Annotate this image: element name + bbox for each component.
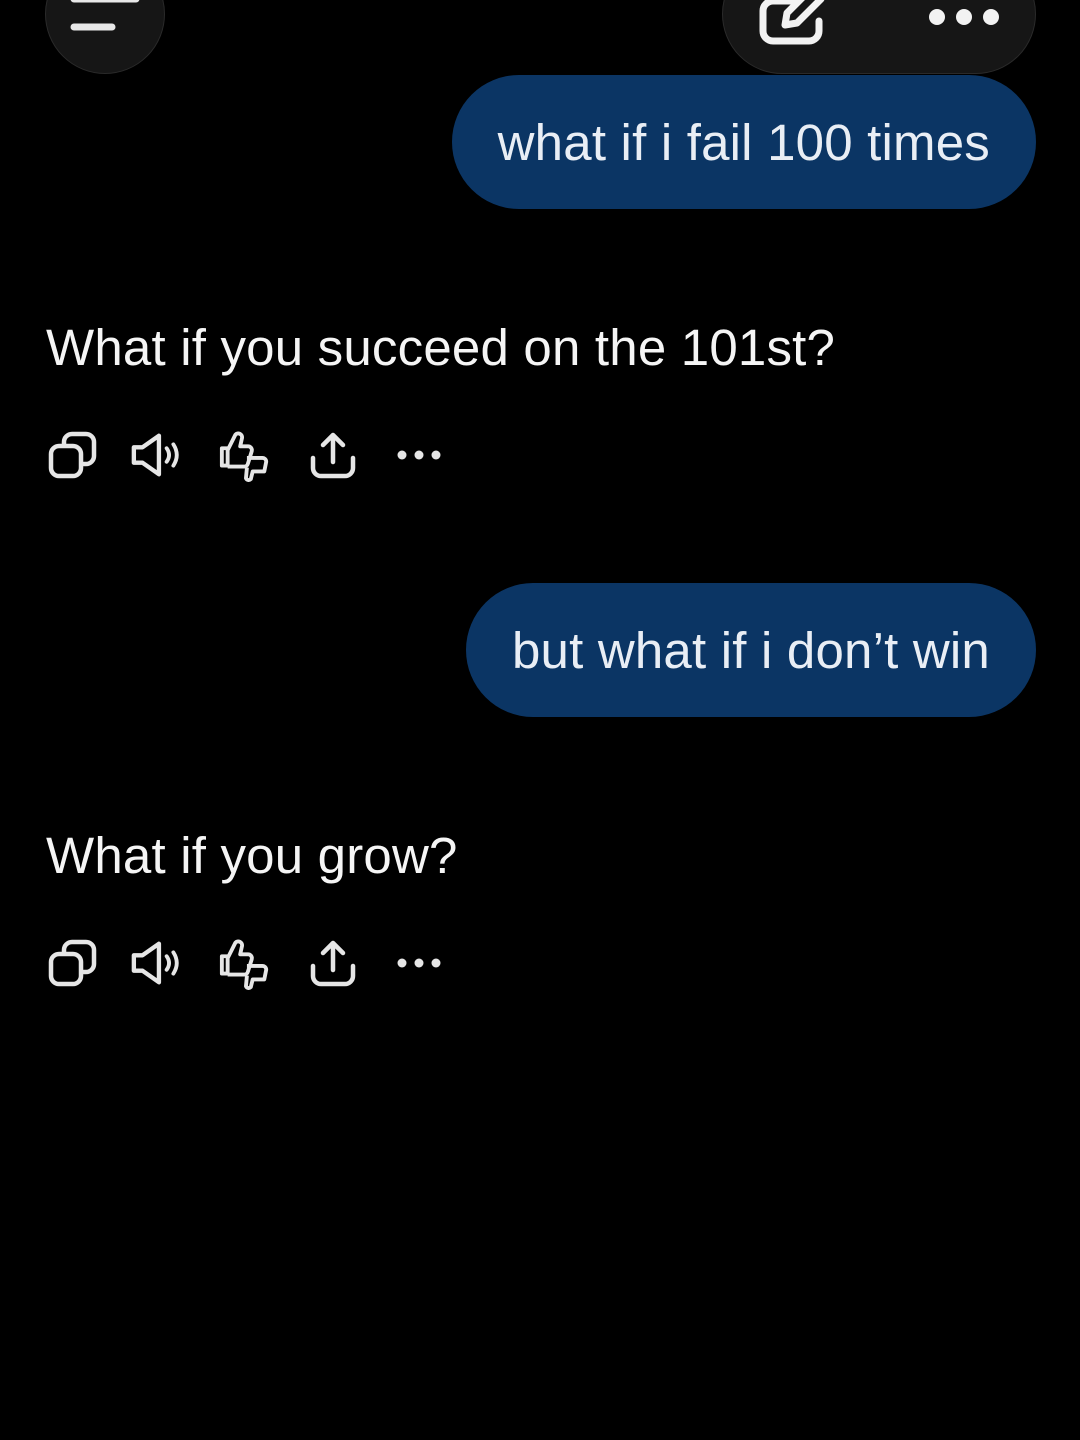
more-icon — [397, 958, 441, 968]
user-message[interactable]: but what if i don’t win — [465, 583, 1036, 717]
copy-button[interactable] — [46, 428, 100, 482]
more-options-button[interactable] — [929, 7, 999, 32]
copy-button[interactable] — [46, 936, 100, 990]
read-aloud-button[interactable] — [130, 936, 184, 990]
copy-icon — [48, 939, 97, 987]
new-chat-button[interactable] — [759, 0, 829, 52]
menu-button[interactable] — [45, 0, 165, 74]
share-button[interactable] — [306, 936, 360, 990]
feedback-icon — [219, 939, 269, 990]
feedback-icon — [219, 431, 269, 482]
share-icon — [310, 432, 356, 479]
assistant-actions — [46, 428, 466, 482]
user-message[interactable]: what if i fail 100 times — [451, 75, 1036, 209]
read-aloud-icon — [131, 433, 179, 477]
more-button[interactable] — [392, 428, 446, 482]
copy-icon — [48, 431, 97, 479]
more-icon — [397, 450, 441, 460]
feedback-button[interactable] — [218, 936, 272, 990]
share-button[interactable] — [306, 428, 360, 482]
more-button[interactable] — [392, 936, 446, 990]
user-message-text: but what if i don’t win — [511, 621, 990, 679]
share-icon — [310, 940, 356, 987]
menu-icon — [70, 0, 140, 31]
assistant-actions — [46, 936, 466, 990]
assistant-message: What if you grow? — [46, 827, 458, 884]
edit-icon — [759, 0, 825, 45]
read-aloud-icon — [131, 941, 179, 985]
more-options-icon — [929, 9, 999, 25]
feedback-button[interactable] — [218, 428, 272, 482]
assistant-message: What if you succeed on the 101st? — [46, 319, 836, 376]
user-message-text: what if i fail 100 times — [497, 113, 990, 171]
read-aloud-button[interactable] — [130, 428, 184, 482]
top-actions-pill — [722, 0, 1036, 74]
